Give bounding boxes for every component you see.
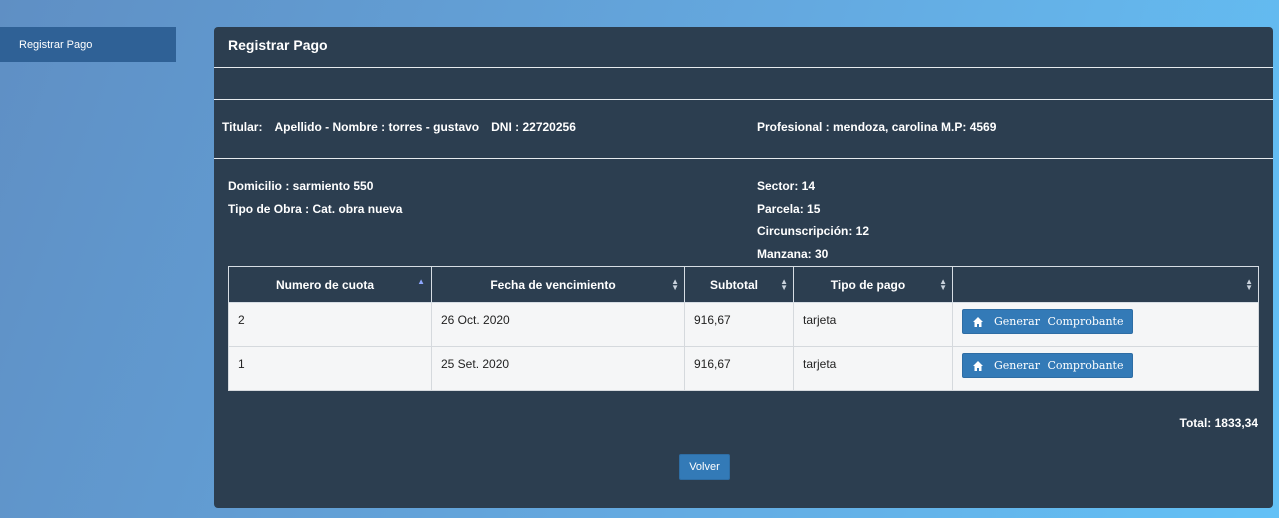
cell-action: Generar Comprobante: [952, 302, 1259, 347]
sidebar-item-label: Registrar Pago: [19, 38, 93, 51]
cuotas-table: Numero de cuota ▲ Fecha de vencimiento ▲…: [228, 266, 1259, 391]
domicilio-info: Domicilio : sarmiento 550: [228, 179, 374, 193]
registrar-pago-panel: Registrar Pago Titular: Apellido - Nombre…: [214, 27, 1273, 508]
cell-tipo-pago: tarjeta: [793, 346, 953, 391]
profesional-info: Profesional : mendoza, carolina M.P: 456…: [757, 120, 997, 134]
sector-info: Sector: 14: [757, 179, 816, 193]
circunscripcion-info: Circunscripción: 12: [757, 224, 870, 238]
divider: [214, 158, 1273, 159]
tipo-obra-info: Tipo de Obra : Cat. obra nueva: [228, 202, 403, 216]
divider: [214, 67, 1273, 68]
table-header-row: Numero de cuota ▲ Fecha de vencimiento ▲…: [228, 266, 1259, 303]
column-header-tipo-pago[interactable]: Tipo de pago ▲ ▼: [793, 266, 953, 303]
column-header-fecha-vencimiento[interactable]: Fecha de vencimiento ▲ ▼: [431, 266, 685, 303]
column-header-acciones[interactable]: ▲ ▼: [952, 266, 1259, 303]
volver-button[interactable]: Volver: [679, 454, 730, 480]
sort-icon: ▲ ▼: [1245, 276, 1253, 292]
home-icon: [973, 316, 983, 327]
generar-comprobante-button[interactable]: Generar Comprobante: [962, 309, 1134, 334]
home-icon: [973, 360, 983, 371]
cell-fecha: 26 Oct. 2020: [431, 302, 685, 347]
sort-icon: ▲ ▼: [780, 276, 788, 292]
cell-action: Generar Comprobante: [952, 346, 1259, 391]
panel-title: Registrar Pago: [228, 37, 328, 53]
table-row: 2 26 Oct. 2020 916,67 tarjeta Generar Co…: [228, 302, 1259, 347]
column-header-numero-cuota[interactable]: Numero de cuota ▲: [228, 266, 432, 303]
generar-comprobante-button[interactable]: Generar Comprobante: [962, 353, 1134, 378]
sidebar-item-registrar-pago[interactable]: Registrar Pago: [0, 27, 176, 62]
cell-subtotal: 916,67: [684, 302, 794, 347]
titular-info: Titular: Apellido - Nombre : torres - gus…: [222, 120, 588, 134]
parcela-info: Parcela: 15: [757, 202, 821, 216]
sort-icon: ▲ ▼: [671, 276, 679, 292]
cell-tipo-pago: tarjeta: [793, 302, 953, 347]
column-header-subtotal[interactable]: Subtotal ▲ ▼: [684, 266, 794, 303]
total-amount: Total: 1833,34: [1179, 416, 1258, 430]
table-row: 1 25 Set. 2020 916,67 tarjeta Generar Co…: [228, 346, 1259, 391]
manzana-info: Manzana: 30: [757, 247, 829, 261]
cell-fecha: 25 Set. 2020: [431, 346, 685, 391]
divider: [214, 99, 1273, 100]
titular-name: Apellido - Nombre : torres - gustavo: [274, 120, 480, 134]
titular-label: Titular:: [222, 120, 263, 134]
titular-dni: DNI : 22720256: [491, 120, 576, 134]
sort-asc-icon: ▲: [417, 277, 425, 286]
sort-icon: ▲ ▼: [939, 276, 947, 292]
cell-subtotal: 916,67: [684, 346, 794, 391]
cell-cuota: 1: [228, 346, 432, 391]
cell-cuota: 2: [228, 302, 432, 347]
